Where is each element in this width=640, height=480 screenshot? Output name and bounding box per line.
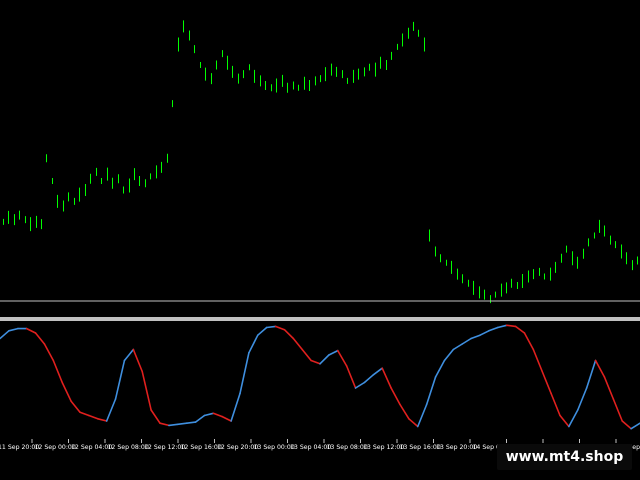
chart-canvas: 11 Sep 20:0012 Sep 00:0012 Sep 04:0012 S… (0, 0, 640, 480)
x-tick-label: 11 Sep 20:00 (0, 444, 39, 451)
x-tick-label: 13 Sep 12:00 (363, 444, 404, 451)
oscillator-segment-up (176, 422, 188, 426)
oscillator-segment-up (185, 421, 197, 425)
x-tick-label: 13 Sep 16:00 (400, 444, 441, 451)
x-tick-label: 12 Sep 08:00 (108, 444, 149, 451)
oscillator-segment-up (168, 423, 179, 427)
x-tick-label: 12 Sep 20:00 (217, 444, 258, 451)
x-tick-label: 13 Sep 00:00 (254, 444, 295, 451)
x-tick-label: 13 Sep 04:00 (290, 444, 331, 451)
x-tick-label: 12 Sep 04:00 (71, 444, 112, 451)
x-tick-label: 13 Sep 20:00 (436, 444, 477, 451)
x-tick-label: 12 Sep 16:00 (181, 444, 222, 451)
oscillator-segment-down (505, 324, 517, 328)
window-separator[interactable] (0, 317, 640, 321)
x-tick-label: 12 Sep 00:00 (35, 444, 76, 451)
watermark-logo: www.mt4.shop (497, 444, 632, 470)
oscillator-segment-up (265, 325, 277, 329)
x-tick-label: 13 Sep 08:00 (327, 444, 368, 451)
chart-background (0, 0, 640, 480)
x-tick-label: 12 Sep 12:00 (144, 444, 185, 451)
